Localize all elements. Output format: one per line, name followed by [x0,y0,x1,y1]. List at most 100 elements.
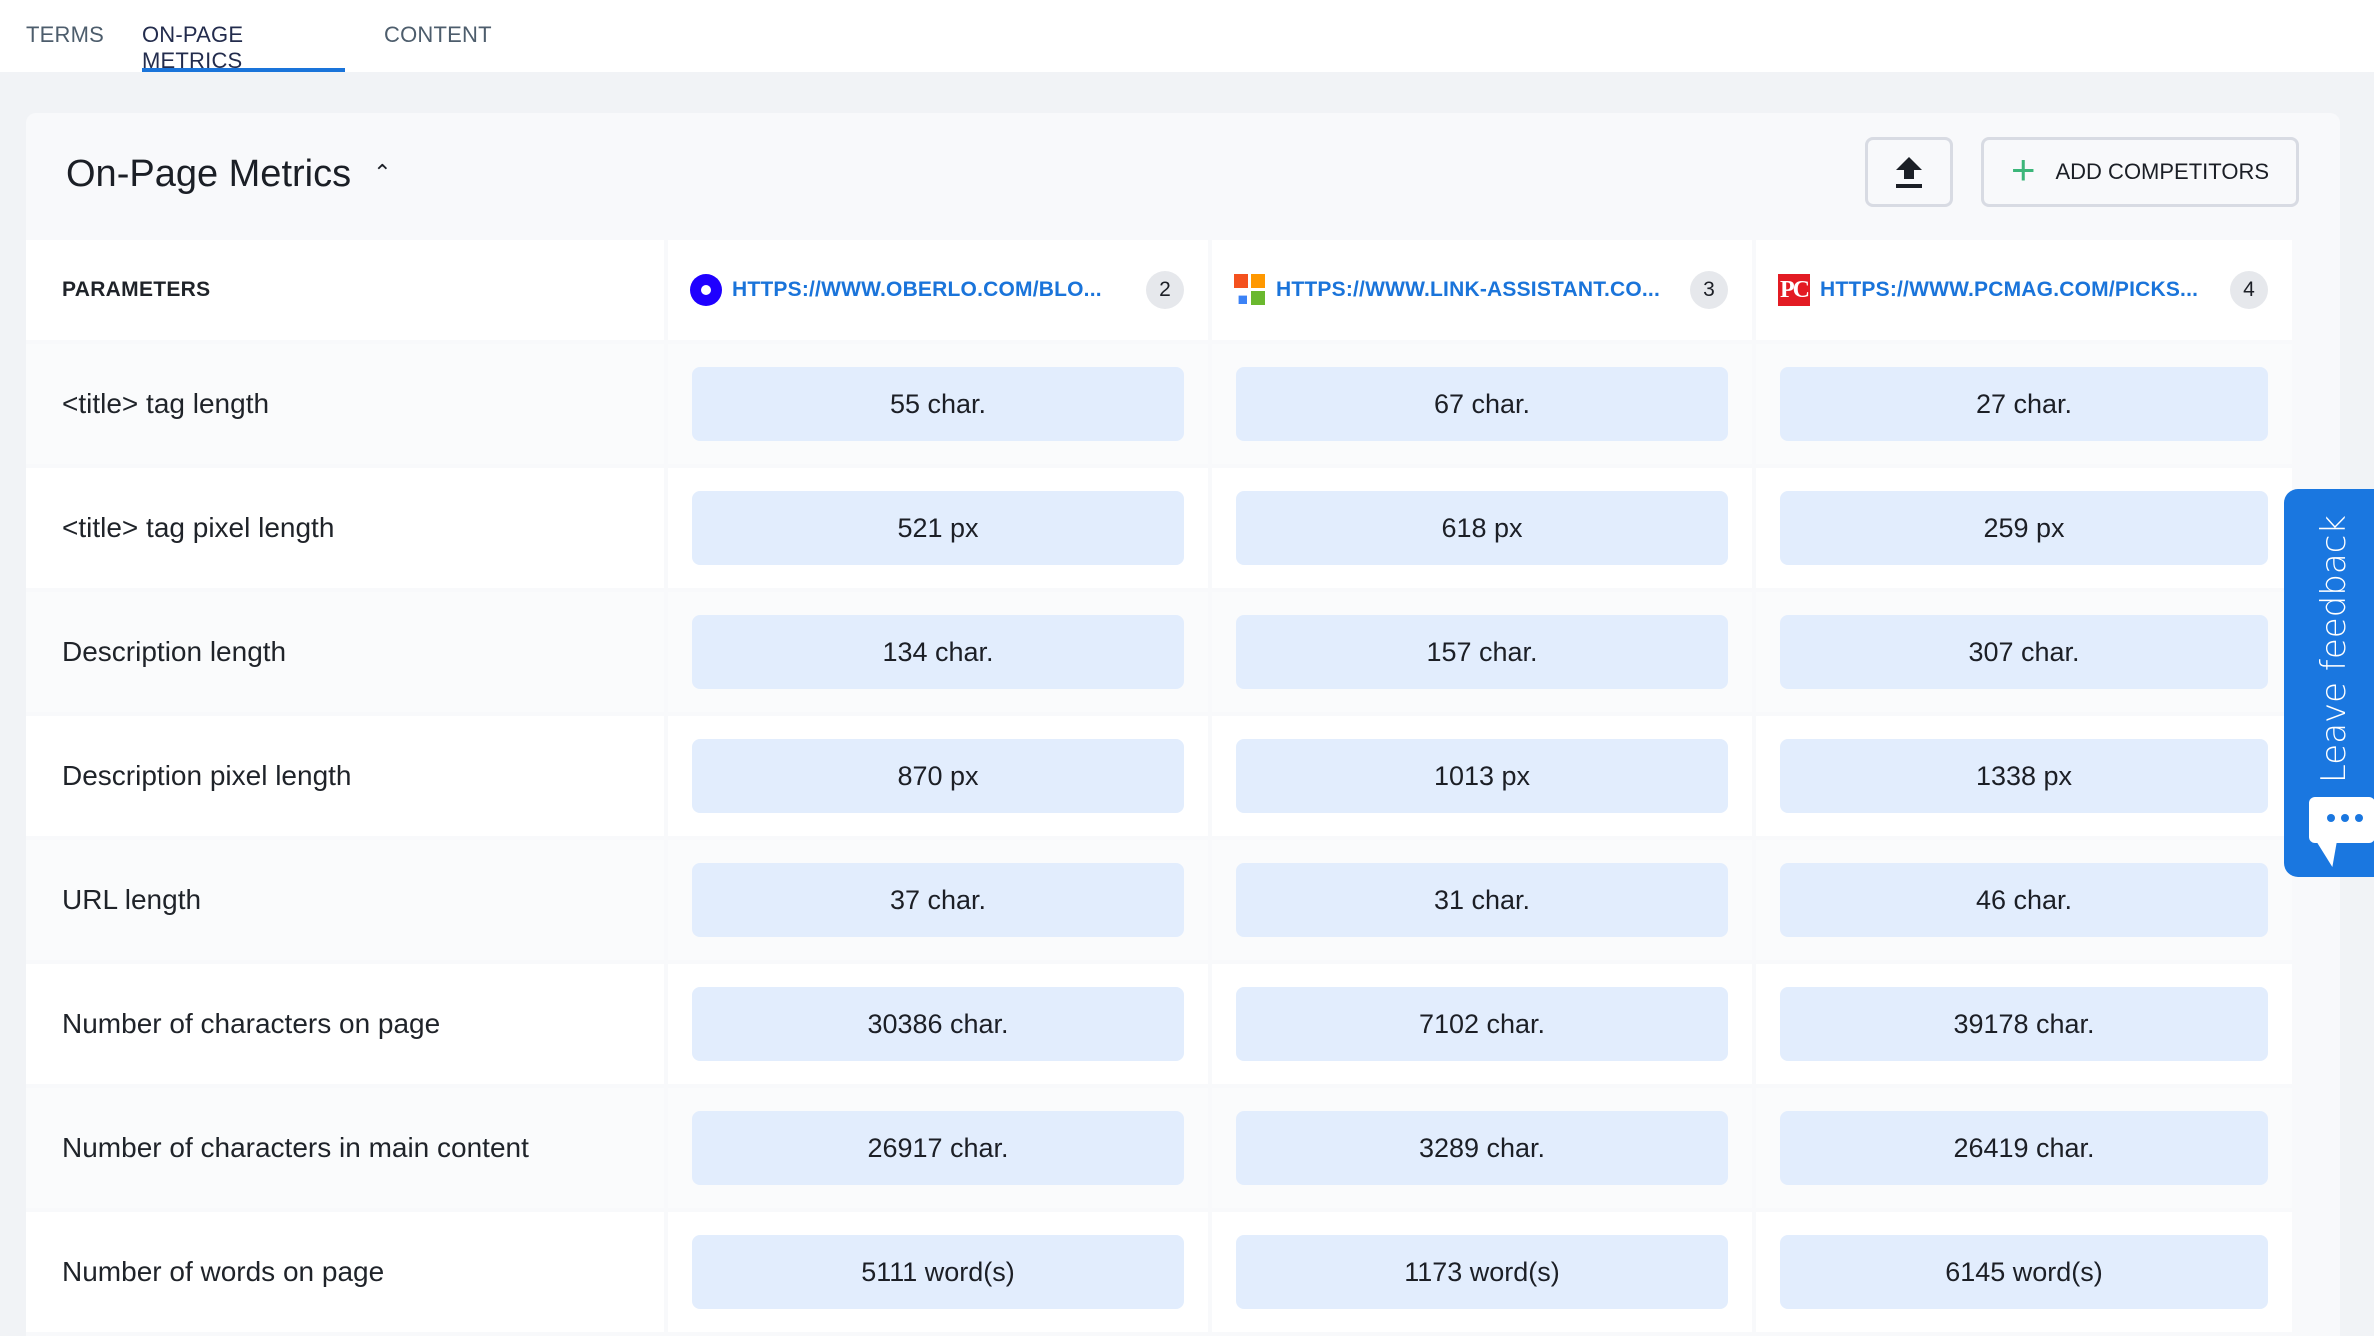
metric-value: 618 px [1236,491,1728,565]
value-cell: 157 char. [1212,592,1752,712]
table-row: URL length 37 char. 31 char. 46 char. [26,840,2292,960]
parameter-label: Number of words on page [62,1256,385,1287]
add-competitors-button[interactable]: + ADD COMPETITORS [1981,137,2299,207]
metric-value: 1338 px [1780,739,2268,813]
value-cell: 618 px [1212,468,1752,588]
parameters-header: PARAMETERS [62,278,211,301]
parameter-cell: URL length [26,840,664,960]
value-cell: 259 px [1756,468,2292,588]
parameter-cell: Number of characters on page [26,964,664,1084]
rank-badge: 2 [1146,271,1184,309]
panel-title-toggle[interactable]: On-Page Metrics ⌃ [66,153,392,196]
table-row: Description length 134 char. 157 char. 307 … [26,592,2292,712]
parameter-cell: Description pixel length [26,716,664,836]
value-cell: 46 char. [1756,840,2292,960]
chat-bubble-icon [2309,797,2374,843]
table-header-row: PARAMETERS HTTPS://WWW.OBERLO.COM/BLO...… [26,240,2292,340]
on-page-metrics-panel: On-Page Metrics ⌃ + ADD COMPETITORS PARA… [26,113,2340,1336]
table-row: Description pixel length 870 px 1013 px 133… [26,716,2292,836]
parameter-label: <title> tag pixel length [62,512,335,543]
metric-value: 37 char. [692,863,1184,937]
metric-value: 521 px [692,491,1184,565]
value-cell: 7102 char. [1212,964,1752,1084]
metric-value: 134 char. [692,615,1184,689]
value-cell: 870 px [668,716,1208,836]
metric-value: 1173 word(s) [1236,1235,1728,1309]
oberlo-favicon-icon [690,274,722,306]
rank-badge: 3 [1690,271,1728,309]
value-cell: 5111 word(s) [668,1212,1208,1332]
tab-content[interactable]: CONTENT [384,22,492,72]
value-cell: 27 char. [1756,344,2292,464]
parameter-label: Description length [62,636,287,667]
metric-value: 26419 char. [1780,1111,2268,1185]
value-cell: 26917 char. [668,1088,1208,1208]
competitor-header: PC HTTPS://WWW.PCMAG.COM/PICKS... 4 [1756,240,2292,340]
parameter-label: Description pixel length [62,760,352,791]
table-row: <title> tag length 55 char. 67 char. 27 cha… [26,344,2292,464]
parameter-cell: <title> tag length [26,344,664,464]
table-row: Number of words on page 5111 word(s) 1173 … [26,1212,2292,1332]
parameter-cell: <title> tag pixel length [26,468,664,588]
chevron-up-icon: ⌃ [373,159,392,185]
metric-value: 259 px [1780,491,2268,565]
metric-value: 870 px [692,739,1184,813]
parameter-cell: Description length [26,592,664,712]
metric-value: 46 char. [1780,863,2268,937]
metric-value: 30386 char. [692,987,1184,1061]
rank-badge: 4 [2230,271,2268,309]
parameter-label: Number of characters in main content [62,1132,529,1163]
metric-value: 7102 char. [1236,987,1728,1061]
metric-value: 39178 char. [1780,987,2268,1061]
parameter-label: Number of characters on page [62,1008,441,1039]
value-cell: 37 char. [668,840,1208,960]
value-cell: 6145 word(s) [1756,1212,2292,1332]
value-cell: 55 char. [668,344,1208,464]
metric-value: 307 char. [1780,615,2268,689]
pcmag-favicon-icon: PC [1778,274,1810,306]
upload-icon [1896,157,1922,188]
table-row: <title> tag pixel length 521 px 618 px 259 … [26,468,2292,588]
value-cell: 3289 char. [1212,1088,1752,1208]
metric-value: 55 char. [692,367,1184,441]
value-cell: 307 char. [1756,592,2292,712]
metric-value: 5111 word(s) [692,1235,1184,1309]
value-cell: 134 char. [668,592,1208,712]
metric-value: 67 char. [1236,367,1728,441]
value-cell: 67 char. [1212,344,1752,464]
export-button[interactable] [1865,137,1953,207]
value-cell: 26419 char. [1756,1088,2292,1208]
add-competitors-label: ADD COMPETITORS [2055,159,2270,184]
competitor-header: HTTPS://WWW.OBERLO.COM/BLO... 2 [668,240,1208,340]
metric-value: 31 char. [1236,863,1728,937]
competitor-url-link[interactable]: HTTPS://WWW.OBERLO.COM/BLO... [732,278,1136,302]
leave-feedback-label: Leave feedback [2314,514,2354,784]
value-cell: 39178 char. [1756,964,2292,1084]
panel-title: On-Page Metrics [66,153,352,195]
metric-value: 157 char. [1236,615,1728,689]
metric-value: 26917 char. [692,1111,1184,1185]
plus-icon: + [2010,146,2036,193]
table-row: Number of characters on page 30386 char. 7… [26,964,2292,1084]
link-assistant-favicon-icon [1234,274,1266,306]
competitor-header: HTTPS://WWW.LINK-ASSISTANT.CO... 3 [1212,240,1752,340]
tab-terms[interactable]: TERMS [26,22,104,72]
parameter-label: <title> tag length [62,388,270,419]
table-row: Number of characters in main content 2691… [26,1088,2292,1208]
value-cell: 30386 char. [668,964,1208,1084]
value-cell: 1013 px [1212,716,1752,836]
value-cell: 31 char. [1212,840,1752,960]
parameter-label: URL length [62,884,202,915]
value-cell: 1173 word(s) [1212,1212,1752,1332]
tab-on-page-metrics[interactable]: ON-PAGE METRICS [142,22,345,73]
competitor-url-link[interactable]: HTTPS://WWW.LINK-ASSISTANT.CO... [1276,278,1680,302]
value-cell: 1338 px [1756,716,2292,836]
parameter-cell: Number of words on page [26,1212,664,1332]
parameter-cell: Number of characters in main content [26,1088,664,1208]
value-cell: 521 px [668,468,1208,588]
header-cell-parameters: PARAMETERS [26,240,664,340]
metric-value: 6145 word(s) [1780,1235,2268,1309]
metric-value: 27 char. [1780,367,2268,441]
leave-feedback-button[interactable]: Leave feedback [2284,489,2374,877]
competitor-url-link[interactable]: HTTPS://WWW.PCMAG.COM/PICKS... [1820,278,2220,302]
